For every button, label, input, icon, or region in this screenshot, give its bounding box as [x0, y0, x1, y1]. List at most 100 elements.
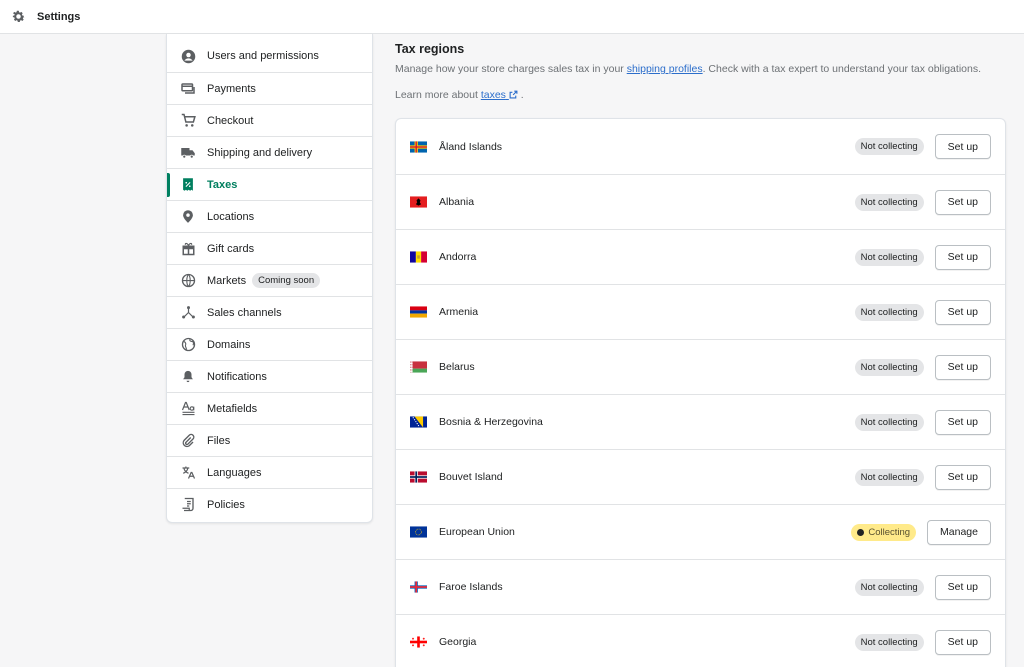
tax-region-row: Armenia Not collecting Set up — [396, 284, 1005, 339]
sidebar-item-users-and-permissions[interactable]: Users and permissions — [167, 40, 372, 72]
sidebar-item-label: Notifications — [207, 370, 267, 383]
region-name: Bouvet Island — [439, 471, 503, 483]
status-label: Not collecting — [860, 581, 918, 593]
sidebar-item-domains[interactable]: Domains — [167, 328, 372, 360]
set-up-button[interactable]: Set up — [934, 629, 991, 655]
sidebar-item-locations[interactable]: Locations — [167, 200, 372, 232]
section-title: Tax regions — [395, 42, 465, 56]
tax-region-row: Albania Not collecting Set up — [396, 174, 1005, 229]
taxes-link-label: taxes — [480, 89, 506, 101]
status-badge: Collecting — [851, 523, 917, 541]
sidebar-item-label: Sales channels — [207, 306, 282, 319]
collecting-status-icon — [857, 528, 865, 536]
set-up-button[interactable]: Set up — [934, 299, 991, 325]
sidebar-item-markets[interactable]: Markets Coming soon — [167, 264, 372, 296]
sidebar-item-label: Payments — [207, 82, 256, 95]
region-name: Bosnia & Herzegovina — [439, 416, 543, 428]
sidebar-item-sales-channels[interactable]: Sales channels — [167, 296, 372, 328]
sidebar-item-label: Users and permissions — [207, 50, 319, 62]
taxes-link[interactable]: taxes — [481, 89, 518, 101]
settings-sidebar: Users and permissions Payments Checkout Shi… — [166, 34, 373, 523]
status-badge: Not collecting — [854, 358, 924, 376]
set-up-button[interactable]: Set up — [934, 244, 991, 270]
tax-region-row: Faroe Islands Not collecting Set up — [396, 559, 1005, 614]
learn-suffix: . — [517, 89, 524, 101]
sidebar-item-shipping-and-delivery[interactable]: Shipping and delivery — [167, 136, 372, 168]
sidebar-item-metafields[interactable]: Metafields — [167, 392, 372, 424]
sidebar-item-payments[interactable]: Payments — [167, 72, 372, 104]
region-name: Armenia — [439, 306, 479, 318]
sidebar-item-policies[interactable]: Policies — [167, 488, 372, 520]
payments-icon — [180, 81, 196, 97]
status-label: Not collecting — [860, 196, 918, 208]
status-badge: Not collecting — [854, 303, 924, 321]
set-up-button[interactable]: Set up — [934, 354, 991, 380]
status-badge: Not collecting — [854, 468, 924, 486]
region-name: Belarus — [439, 361, 475, 373]
sidebar-item-checkout[interactable]: Checkout — [167, 104, 372, 136]
translate-icon — [180, 465, 196, 481]
sidebar-item-taxes[interactable]: Taxes — [167, 168, 372, 200]
status-label: Not collecting — [860, 251, 918, 263]
learn-more: Learn more about taxes . — [395, 89, 1005, 101]
shipping-profiles-link[interactable]: shipping profiles — [627, 63, 703, 75]
set-up-button[interactable]: Set up — [934, 574, 991, 600]
tax-region-row: Georgia Not collecting Set up — [396, 614, 1005, 667]
status-badge: Not collecting — [854, 193, 924, 211]
sidebar-item-label: Locations — [207, 210, 255, 223]
tax-regions-list: Åland Islands Not collecting Set up Albania… — [395, 118, 1006, 667]
status-label: Not collecting — [860, 416, 918, 428]
location-pin-icon — [180, 209, 196, 225]
sidebar-item-notifications[interactable]: Notifications — [167, 360, 372, 392]
region-name: European Union — [439, 526, 515, 538]
sidebar-item-label: Shipping and delivery — [207, 146, 313, 159]
manage-button[interactable]: Manage — [927, 519, 991, 545]
desc-text-end: . Check with a tax expert to understand … — [702, 63, 981, 75]
georgia-flag-icon — [410, 636, 427, 648]
sidebar-item-label: Policies — [207, 498, 245, 511]
tax-regions-header: Tax regions Manage how your store charge… — [395, 42, 1005, 101]
metafields-icon — [180, 401, 196, 417]
bosnia-flag-icon — [410, 416, 427, 428]
sidebar-item-languages[interactable]: Languages — [167, 456, 372, 488]
sidebar-item-label: Domains — [207, 338, 251, 351]
status-label: Not collecting — [860, 306, 918, 318]
set-up-button[interactable]: Set up — [934, 409, 991, 435]
tax-region-row: European Union Collecting Manage — [396, 504, 1005, 559]
albania-flag-icon — [410, 196, 427, 208]
status-badge: Not collecting — [854, 248, 924, 266]
sidebar-item-label: Languages — [207, 466, 262, 479]
sidebar-item-label: Metafields — [207, 402, 258, 415]
tax-region-row: Belarus Not collecting Set up — [396, 339, 1005, 394]
status-badge: Not collecting — [854, 413, 924, 431]
status-badge: Not collecting — [854, 633, 924, 651]
status-label: Not collecting — [860, 636, 918, 648]
tax-region-row: Åland Islands Not collecting Set up — [396, 119, 1005, 174]
sidebar-item-label: Taxes — [207, 178, 238, 191]
globe-icon — [180, 273, 196, 289]
region-name: Georgia — [439, 636, 477, 648]
sidebar-item-label: Checkout — [207, 114, 254, 127]
status-label: Not collecting — [860, 361, 918, 373]
truck-icon — [180, 145, 196, 161]
domain-globe-icon — [180, 337, 196, 353]
faroe-flag-icon — [410, 581, 427, 593]
status-label: Collecting — [868, 526, 911, 538]
sidebar-item-gift-cards[interactable]: Gift cards — [167, 232, 372, 264]
page-title: Settings — [37, 10, 81, 23]
set-up-button[interactable]: Set up — [934, 189, 991, 215]
status-badge: Not collecting — [854, 578, 924, 596]
coming-soon-badge: Coming soon — [252, 273, 321, 288]
set-up-button[interactable]: Set up — [934, 464, 991, 490]
status-badge: Not collecting — [854, 138, 924, 155]
set-up-button[interactable]: Set up — [934, 134, 991, 159]
eu-flag-icon — [410, 526, 427, 538]
top-bar: Settings — [0, 0, 1024, 34]
tax-region-row: Bosnia & Herzegovina Not collecting Set up — [396, 394, 1005, 449]
aland-flag-icon — [410, 140, 427, 153]
taxes-icon — [180, 177, 196, 193]
desc-text: Manage how your store charges sales tax … — [395, 63, 627, 75]
sidebar-item-files[interactable]: Files — [167, 424, 372, 456]
region-name: Albania — [439, 196, 475, 208]
status-label: Not collecting — [860, 471, 918, 483]
